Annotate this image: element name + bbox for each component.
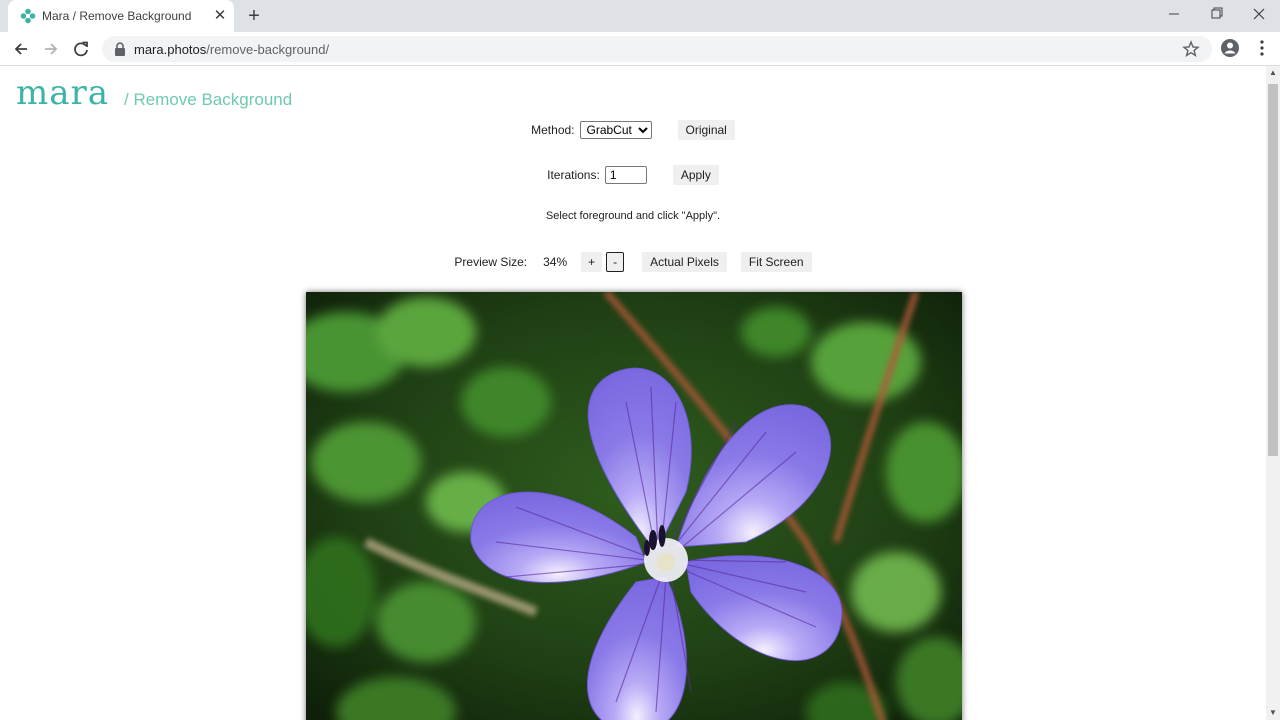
- scroll-thumb[interactable]: [1268, 84, 1278, 456]
- flower-photo[interactable]: [306, 292, 962, 720]
- kebab-menu-icon[interactable]: [1252, 38, 1272, 58]
- page-scrollbar[interactable]: ▲ ▼: [1266, 66, 1280, 720]
- preview-size-label: Preview Size:: [454, 255, 528, 269]
- iterations-label: Iterations:: [547, 168, 600, 182]
- browser-tab[interactable]: Mara / Remove Background ✕: [8, 0, 234, 32]
- scroll-up-icon[interactable]: ▲: [1266, 66, 1280, 80]
- iterations-row: Iterations: Apply: [0, 164, 1266, 186]
- image-preview[interactable]: [306, 292, 962, 720]
- tab-close-icon[interactable]: ✕: [211, 7, 229, 25]
- original-button[interactable]: Original: [677, 120, 735, 140]
- instruction-text: Select foreground and click "Apply".: [545, 210, 721, 222]
- method-select[interactable]: GrabCut: [579, 121, 652, 139]
- url-domain: mara.photos: [134, 42, 207, 57]
- close-window-icon[interactable]: [1247, 4, 1271, 24]
- logo-text: mara: [16, 73, 110, 113]
- arrow-right-icon[interactable]: [40, 38, 62, 60]
- star-icon[interactable]: [1182, 40, 1200, 58]
- scroll-down-icon[interactable]: ▼: [1266, 706, 1280, 720]
- iterations-input[interactable]: [604, 166, 647, 184]
- zoom-out-button[interactable]: -: [606, 252, 625, 272]
- browser-toolbar: mara.photos/remove-background/: [0, 32, 1280, 66]
- reload-icon[interactable]: [70, 38, 92, 60]
- page-title: / Remove Background: [124, 90, 293, 109]
- arrow-left-icon[interactable]: [10, 38, 32, 60]
- tab-title: Mara / Remove Background: [42, 9, 192, 23]
- lock-icon: [115, 42, 125, 56]
- method-label: Method:: [531, 123, 575, 137]
- instruction-row: Select foreground and click "Apply".: [0, 207, 1266, 225]
- minimize-icon[interactable]: [1162, 4, 1186, 24]
- address-bar[interactable]: mara.photos/remove-background/: [102, 36, 1212, 62]
- zoom-in-button[interactable]: +: [581, 252, 603, 272]
- page-viewport: mara / Remove Background Method: GrabCut…: [0, 66, 1266, 720]
- preview-size-row: Preview Size: 34% + - Actual Pixels Fit …: [0, 251, 1266, 273]
- mara-favicon-icon: [20, 8, 36, 24]
- tab-strip: Mara / Remove Background ✕ +: [0, 0, 1280, 32]
- apply-button[interactable]: Apply: [672, 165, 719, 185]
- preview-size-value: 34%: [543, 255, 568, 269]
- url-text: mara.photos/remove-background/: [134, 42, 329, 57]
- method-row: Method: GrabCut Original: [0, 119, 1266, 141]
- url-path: /remove-background/: [206, 42, 330, 57]
- fit-screen-button[interactable]: Fit Screen: [740, 252, 812, 272]
- account-icon[interactable]: [1220, 38, 1240, 58]
- restore-icon[interactable]: [1204, 4, 1228, 24]
- actual-pixels-button[interactable]: Actual Pixels: [642, 252, 727, 272]
- new-tab-button[interactable]: +: [244, 6, 264, 26]
